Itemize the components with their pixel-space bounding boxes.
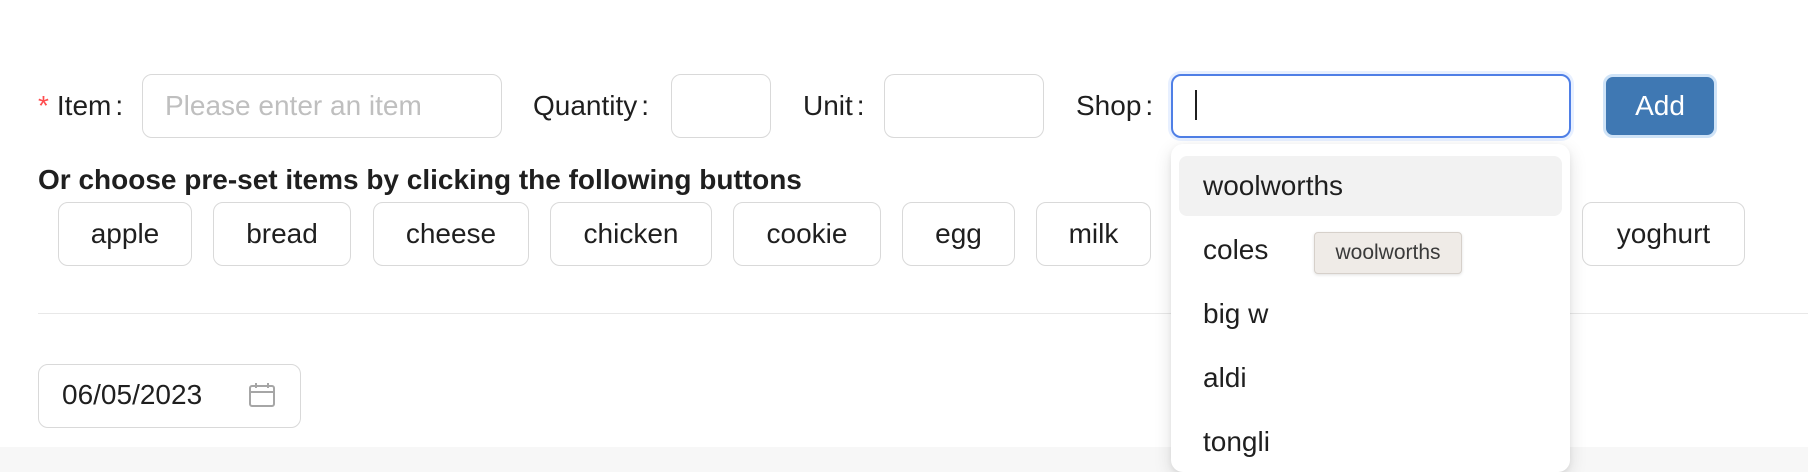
preset-heading: Or choose pre-set items by clicking the …	[38, 164, 802, 195]
item-input[interactable]	[142, 74, 502, 138]
shop-option-woolworths[interactable]: woolworths	[1179, 156, 1562, 216]
preset-egg-button[interactable]: egg	[902, 202, 1015, 266]
preset-cheese-button[interactable]: cheese	[373, 202, 529, 266]
option-tooltip: woolworths	[1314, 232, 1462, 274]
preset-yoghurt-button[interactable]: yoghurt	[1582, 202, 1745, 266]
shop-option-aldi[interactable]: aldi	[1179, 348, 1562, 408]
shop-option-tongli[interactable]: tongli	[1179, 412, 1562, 472]
preset-chicken-button[interactable]: chicken	[550, 202, 712, 266]
unit-input[interactable]	[884, 74, 1044, 138]
calendar-icon[interactable]	[248, 381, 276, 409]
item-label: * Item:	[38, 90, 124, 121]
shopping-list-page: *Item: Quantity: Unit: Shop: Add Or choo…	[0, 0, 1808, 472]
quantity-input[interactable]	[671, 74, 771, 138]
preset-milk-button[interactable]: milk	[1036, 202, 1151, 266]
shop-input[interactable]	[1171, 74, 1571, 138]
preset-bread-button[interactable]: bread	[213, 202, 351, 266]
quantity-label: Quantity:	[533, 90, 650, 121]
text-caret	[1195, 90, 1197, 120]
shop-label: Shop:	[1076, 90, 1154, 121]
add-button[interactable]: Add	[1603, 74, 1717, 138]
date-value: 06/05/2023	[62, 379, 203, 410]
required-mark: *	[38, 90, 49, 121]
preset-cookie-button[interactable]: cookie	[733, 202, 881, 266]
unit-label: Unit:	[803, 90, 865, 121]
shop-option-big-w[interactable]: big w	[1179, 284, 1562, 344]
preset-apple-button[interactable]: apple	[58, 202, 192, 266]
